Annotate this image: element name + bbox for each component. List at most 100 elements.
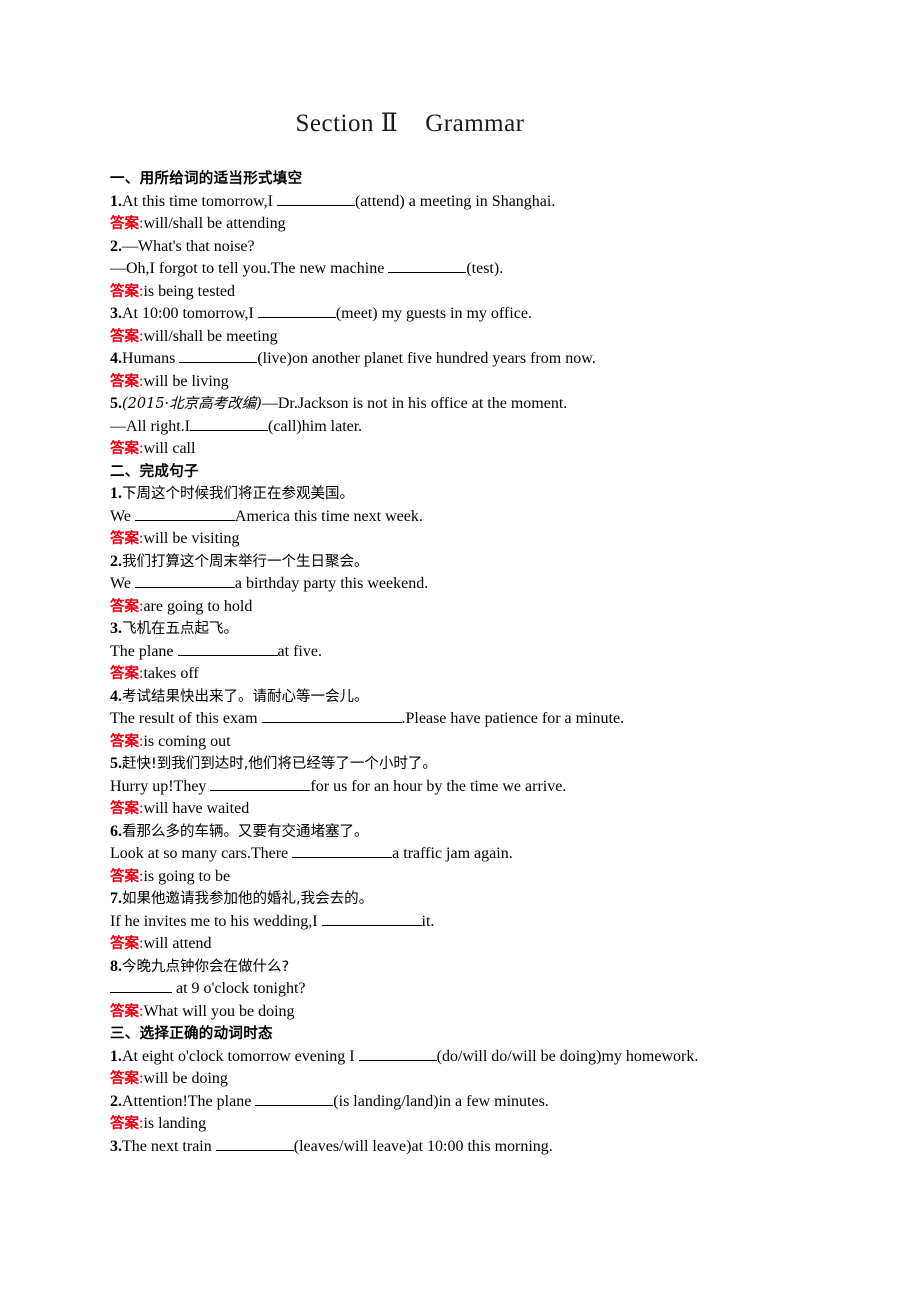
answer-text: will/shall be meeting: [143, 327, 278, 345]
document-body: Section Ⅱ Grammar 一、用所给词的适当形式填空 1.At this…: [110, 108, 810, 1158]
answer-line: 答案:is coming out: [110, 731, 810, 754]
question-text: —Dr.Jackson is not in his office at the …: [261, 395, 568, 412]
question-text: (leaves/will leave)at 10:00 this morning…: [293, 1137, 553, 1155]
answer-line: 答案:will have waited: [110, 798, 810, 821]
question-number: 6.: [110, 822, 122, 840]
question-number: 5.: [110, 395, 122, 412]
answer-label: 答案: [110, 801, 139, 817]
question-text: a traffic jam again.: [392, 845, 513, 862]
fill-in-blank[interactable]: [276, 191, 355, 206]
question-text: At 10:00 tomorrow,I: [122, 305, 258, 322]
fill-in-blank[interactable]: [358, 1046, 437, 1061]
section-heading: 三、选择正确的动词时态: [110, 1026, 273, 1042]
question-text: America this time next week.: [234, 507, 423, 525]
question-text: If he invites me to his wedding,I: [110, 912, 322, 930]
answer-text: will be visiting: [143, 530, 240, 547]
answer-line: 答案:is landing: [110, 1113, 810, 1136]
question-prompt-cn: 3.飞机在五点起飞。: [110, 618, 810, 641]
question-text: Humans: [122, 350, 180, 367]
question-text: at 9 o'clock tonight?: [172, 980, 306, 997]
question-number: 3.: [110, 1137, 122, 1155]
question-line: 3.At 10:00 tomorrow,I (meet) my guests i…: [110, 303, 810, 326]
question-line: at 9 o'clock tonight?: [110, 978, 810, 1001]
question-number: 1.: [110, 192, 122, 210]
question-text-cn: 赶快!到我们到达时,他们将已经等了一个小时了。: [122, 756, 437, 772]
question-text: Look at so many cars.There: [110, 845, 293, 862]
question-line: —Oh,I forgot to tell you.The new machine…: [110, 258, 810, 281]
answer-line: 答案:is being tested: [110, 281, 810, 304]
fill-in-blank[interactable]: [179, 348, 258, 363]
fill-in-blank[interactable]: [321, 911, 422, 926]
question-text: Hurry up!They: [110, 777, 211, 795]
question-line: Look at so many cars.There a traffic jam…: [110, 843, 810, 866]
question-text: We: [110, 507, 135, 525]
fill-in-blank[interactable]: [134, 506, 235, 521]
answer-text: will be living: [143, 372, 229, 390]
question-text: at five.: [277, 642, 322, 660]
question-line: 5.(2015·北京高考改编)—Dr.Jackson is not in his…: [110, 393, 810, 416]
section-heading: 二、完成句子: [110, 463, 199, 480]
question-line: 1.At eight o'clock tomorrow evening I (d…: [110, 1046, 810, 1069]
answer-line: 答案:will be visiting: [110, 528, 810, 551]
question-text: (test).: [466, 260, 504, 277]
answer-line: 答案:will attend: [110, 933, 810, 956]
fill-in-blank[interactable]: [215, 1136, 294, 1151]
question-line: We America this time next week.: [110, 506, 810, 529]
question-text: The next train: [122, 1137, 216, 1155]
fill-in-blank[interactable]: [190, 416, 268, 431]
fill-in-blank[interactable]: [292, 843, 393, 858]
question-text: The result of this exam: [110, 710, 262, 727]
question-number: 1.: [110, 1047, 122, 1065]
question-text: At this time tomorrow,I: [122, 192, 277, 210]
fill-in-blank[interactable]: [110, 978, 172, 993]
answer-text: takes off: [143, 665, 199, 682]
question-text: for us for an hour by the time we arrive…: [310, 777, 567, 795]
answer-line: 答案:takes off: [110, 663, 810, 686]
question-text-cn: 今晚九点钟你会在做什么?: [122, 958, 290, 975]
question-text: At eight o'clock tomorrow evening I: [122, 1047, 359, 1065]
answer-label: 答案: [110, 531, 139, 547]
answer-line: 答案:are going to hold: [110, 596, 810, 619]
question-number: 5.: [110, 755, 122, 772]
answer-line: 答案:will/shall be attending: [110, 213, 810, 236]
answer-text: will call: [143, 440, 196, 457]
fill-in-blank[interactable]: [177, 641, 278, 656]
exam-source: (2015·北京高考改编): [122, 396, 262, 412]
fill-in-blank[interactable]: [257, 303, 336, 318]
answer-line: 答案:What will you be doing: [110, 1001, 810, 1024]
question-line: Hurry up!They for us for an hour by the …: [110, 776, 810, 799]
question-prompt-cn: 1.下周这个时候我们将正在参观美国。: [110, 483, 810, 506]
question-text-cn: 飞机在五点起飞。: [122, 621, 238, 637]
fill-in-blank[interactable]: [261, 708, 402, 723]
answer-text: is landing: [143, 1115, 207, 1132]
answer-label: 答案: [110, 868, 139, 885]
question-text: (meet) my guests in my office.: [335, 305, 532, 322]
answer-text: will be doing: [143, 1070, 228, 1087]
answer-label: 答案: [110, 441, 139, 457]
question-text: (is landing/land)in a few minutes.: [333, 1092, 549, 1110]
question-line: 2.—What's that noise?: [110, 236, 810, 259]
fill-in-blank[interactable]: [134, 573, 235, 588]
answer-label: 答案: [110, 1003, 139, 1020]
fill-in-blank[interactable]: [210, 776, 311, 791]
fill-in-blank[interactable]: [388, 258, 467, 273]
question-text-cn: 我们打算这个周末举行一个生日聚会。: [122, 553, 369, 570]
answer-label: 答案: [110, 283, 139, 300]
fill-in-blank[interactable]: [255, 1091, 334, 1106]
question-number: 2.: [110, 552, 122, 570]
question-prompt-cn: 7.如果他邀请我参加他的婚礼,我会去的。: [110, 888, 810, 911]
question-text: —All right.I: [110, 417, 190, 435]
question-number: 3.: [110, 305, 122, 322]
answer-text: will/shall be attending: [143, 215, 286, 232]
question-text: Attention!The plane: [122, 1092, 256, 1110]
answer-line: 答案:will be living: [110, 371, 810, 394]
section-heading: 一、用所给词的适当形式填空: [110, 171, 303, 187]
question-text-cn: 如果他邀请我参加他的婚礼,我会去的。: [122, 891, 374, 907]
question-number: 4.: [110, 687, 122, 705]
question-line: The plane at five.: [110, 641, 810, 664]
question-prompt-cn: 8.今晚九点钟你会在做什么?: [110, 956, 810, 979]
question-text: (attend) a meeting in Shanghai.: [354, 192, 556, 210]
answer-text: is being tested: [143, 282, 235, 300]
question-text-cn: 看那么多的车辆。又要有交通堵塞了。: [122, 823, 369, 840]
question-number: 2.: [110, 237, 122, 255]
